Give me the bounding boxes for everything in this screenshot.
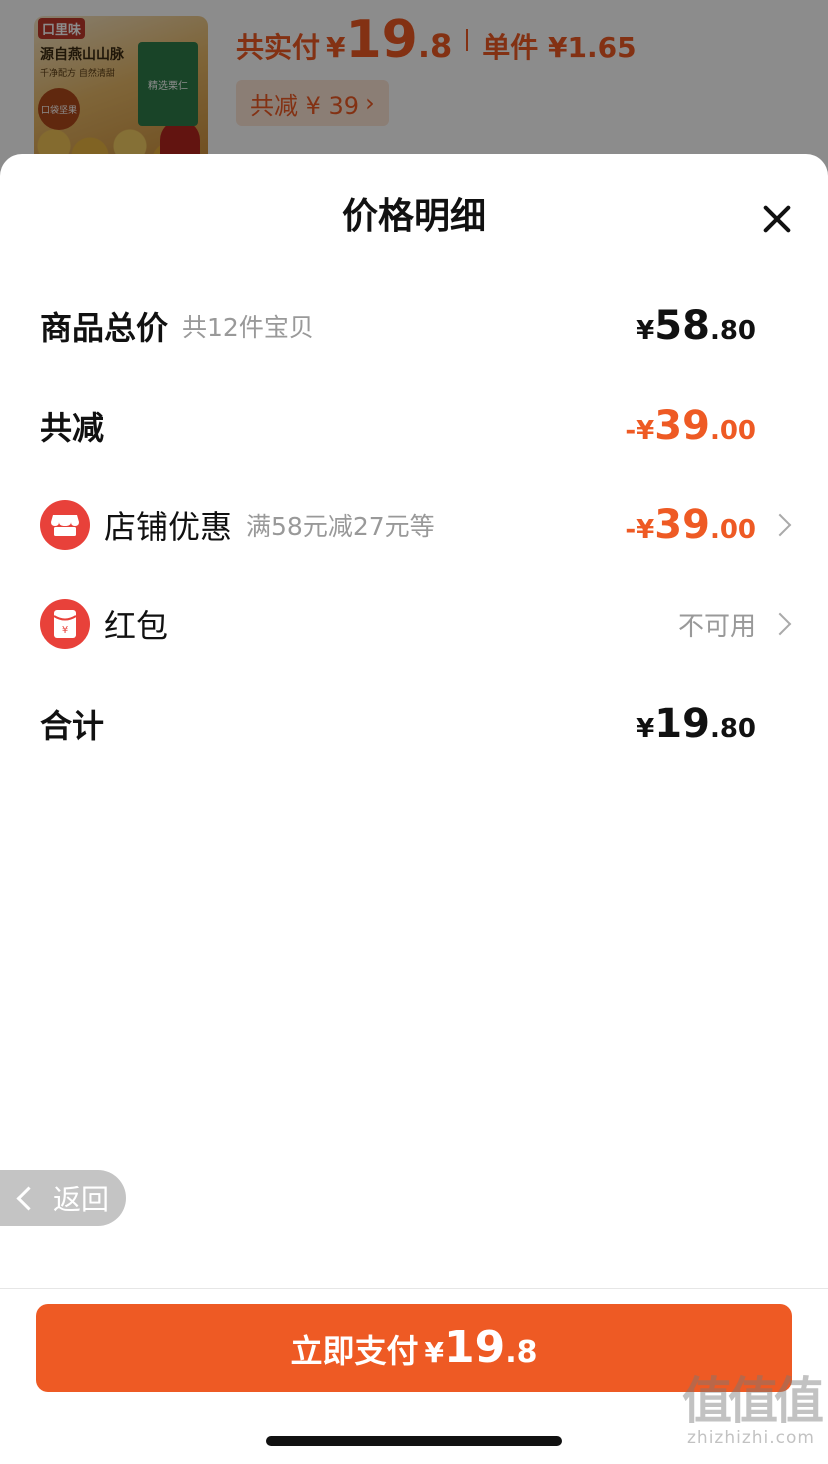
back-label: 返回 [53, 1183, 110, 1216]
sheet-title: 价格明细 [341, 196, 486, 237]
red-packet-status: 不可用 [677, 611, 756, 642]
shop-discount-rule: 满58元减27元等 [246, 512, 435, 541]
shop-discount-label: 店铺优惠 [104, 508, 233, 546]
footer-divider [0, 1288, 828, 1289]
shop-icon [40, 500, 90, 550]
pay-now-button[interactable]: 立即支付 ¥ 19 .8 [36, 1304, 792, 1392]
grand-total-int: 19 [654, 701, 710, 747]
reduction-dec: .00 [709, 416, 756, 446]
grand-total-dec: .80 [709, 714, 756, 744]
red-packet-value: 不可用 [678, 606, 756, 643]
chevron-right-icon [768, 612, 792, 636]
row-total-reduction: 共减 -¥ 39 .00 [0, 386, 828, 466]
row-red-packet[interactable]: ¥ 红包 不可用 [0, 584, 828, 664]
item-total-int: 58 [654, 303, 710, 349]
item-total-currency: ¥ [636, 316, 655, 346]
price-detail-sheet: 价格明细 商品总价 共12件宝贝 ¥ 58 .80 共减 -¥ 39 .00 店… [0, 154, 828, 1464]
item-total-value: ¥ 58 .80 [636, 303, 756, 349]
item-count: 共12件宝贝 [182, 313, 314, 342]
reduction-currency: -¥ [625, 416, 655, 446]
grand-total-currency: ¥ [636, 714, 655, 744]
item-total-label: 商品总价 [40, 309, 169, 347]
chevron-left-icon [16, 1185, 41, 1211]
red-packet-icon: ¥ [40, 599, 90, 649]
shop-discount-currency: -¥ [625, 515, 655, 545]
watermark: 值值值 zhizhizhi.com [682, 1372, 824, 1448]
reduction-int: 39 [654, 403, 710, 449]
pay-now-label: 立即支付 [290, 1332, 419, 1370]
pay-now-currency: ¥ [424, 1336, 444, 1369]
reduction-label: 共减 [40, 409, 105, 447]
watermark-logo: 值值值 [682, 1372, 824, 1430]
chevron-right-icon [768, 513, 792, 537]
pay-now-int: 19 [443, 1322, 506, 1373]
item-total-dec: .80 [709, 316, 756, 346]
red-packet-label: 红包 [104, 607, 169, 645]
close-icon[interactable] [762, 204, 792, 234]
row-shop-discount[interactable]: 店铺优惠 满58元减27元等 -¥ 39 .00 [0, 485, 828, 565]
grand-total-label: 合计 [40, 707, 105, 745]
reduction-value: -¥ 39 .00 [625, 403, 756, 449]
svg-text:¥: ¥ [62, 625, 68, 636]
back-button[interactable]: 返回 [0, 1170, 126, 1226]
grand-total-value: ¥ 19 .80 [636, 701, 756, 747]
shop-discount-dec: .00 [709, 515, 756, 545]
shop-discount-value: -¥ 39 .00 [625, 502, 756, 548]
watermark-url: zhizhizhi.com [687, 1428, 815, 1448]
row-grand-total: 合计 ¥ 19 .80 [0, 684, 828, 764]
row-item-total: 商品总价 共12件宝贝 ¥ 58 .80 [0, 286, 828, 366]
pay-now-dec: .8 [505, 1335, 538, 1370]
home-indicator [266, 1436, 562, 1446]
shop-discount-int: 39 [654, 502, 710, 548]
